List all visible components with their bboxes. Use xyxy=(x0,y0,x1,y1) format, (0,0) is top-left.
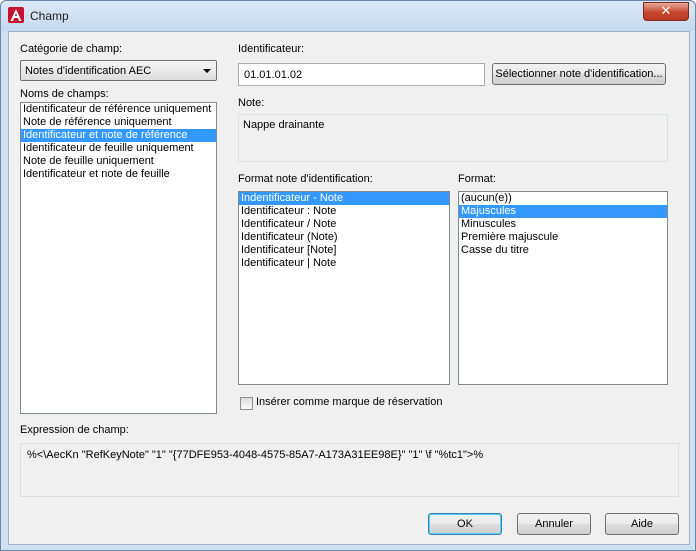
format-item[interactable]: Première majuscule xyxy=(459,231,667,244)
note-value: Nappe drainante xyxy=(243,119,325,131)
select-keynote-button-label: Sélectionner note d'identification... xyxy=(495,68,663,80)
keynote-format-item[interactable]: Identificateur | Note xyxy=(239,257,449,270)
cancel-button-label: Annuler xyxy=(535,518,573,530)
keynote-format-item[interactable]: Indentificateur - Note xyxy=(239,192,449,205)
placeholder-checkbox[interactable] xyxy=(240,397,253,410)
title-bar[interactable]: Champ ✕ xyxy=(1,1,695,31)
dialog-window: Champ ✕ Catégorie de champ: Notes d'iden… xyxy=(0,0,696,551)
format-item[interactable]: Minuscules xyxy=(459,218,667,231)
format-item[interactable]: Casse du titre xyxy=(459,244,667,257)
format-item[interactable]: (aucun(e)) xyxy=(459,192,667,205)
identifier-input[interactable] xyxy=(244,69,474,81)
expression-label: Expression de champ: xyxy=(20,424,129,436)
keynote-format-item[interactable]: Identificateur [Note] xyxy=(239,244,449,257)
field-name-item[interactable]: Identificateur et note de référence xyxy=(21,129,216,142)
field-names-list[interactable]: Identificateur de référence uniquement N… xyxy=(20,102,217,414)
field-name-item[interactable]: Identificateur et note de feuille xyxy=(21,168,216,181)
note-label: Note: xyxy=(238,97,265,109)
keynote-format-item[interactable]: Identificateur : Note xyxy=(239,205,449,218)
ok-button-label: OK xyxy=(457,518,473,530)
category-label: Catégorie de champ: xyxy=(20,43,123,55)
field-names-label: Noms de champs: xyxy=(20,88,109,100)
field-name-item[interactable]: Note de référence uniquement xyxy=(21,116,216,129)
note-display: Nappe drainante xyxy=(238,114,668,162)
format-label: Format: xyxy=(458,173,496,185)
keynote-format-label: Format note d'identification: xyxy=(238,173,373,185)
keynote-format-item[interactable]: Identificateur / Note xyxy=(239,218,449,231)
keynote-format-list[interactable]: Indentificateur - Note Identificateur : … xyxy=(238,191,450,385)
field-name-item[interactable]: Identificateur de référence uniquement xyxy=(21,103,216,116)
cancel-button[interactable]: Annuler xyxy=(517,513,591,535)
close-icon: ✕ xyxy=(660,4,672,19)
chevron-down-icon xyxy=(203,69,211,73)
window-title: Champ xyxy=(30,9,69,23)
field-name-item[interactable]: Note de feuille uniquement xyxy=(21,155,216,168)
select-keynote-button[interactable]: Sélectionner note d'identification... xyxy=(492,63,666,85)
help-button-label: Aide xyxy=(630,518,654,530)
dialog-body: Catégorie de champ: Notes d'identificati… xyxy=(8,31,690,545)
category-dropdown[interactable]: Notes d'identification AEC xyxy=(20,60,217,81)
help-button[interactable]: Aide xyxy=(605,513,679,535)
category-selected-value: Notes d'identification AEC xyxy=(25,65,152,77)
placeholder-checkbox-label[interactable]: Insérer comme marque de réservation xyxy=(256,396,442,408)
identifier-label: Identificateur: xyxy=(238,43,305,55)
keynote-format-item[interactable]: Identificateur (Note) xyxy=(239,231,449,244)
autocad-logo-icon xyxy=(8,7,24,23)
field-name-item[interactable]: Identificateur de feuille uniquement xyxy=(21,142,216,155)
format-list[interactable]: (aucun(e)) Majuscules Minuscules Premièr… xyxy=(458,191,668,385)
identifier-field[interactable] xyxy=(238,63,485,86)
expression-value: %<\AecKn "RefKeyNote" "1" "{77DFE953-404… xyxy=(27,449,484,461)
format-item[interactable]: Majuscules xyxy=(459,205,667,218)
close-button[interactable]: ✕ xyxy=(643,2,689,21)
ok-button[interactable]: OK xyxy=(428,513,502,535)
expression-display: %<\AecKn "RefKeyNote" "1" "{77DFE953-404… xyxy=(20,443,679,497)
